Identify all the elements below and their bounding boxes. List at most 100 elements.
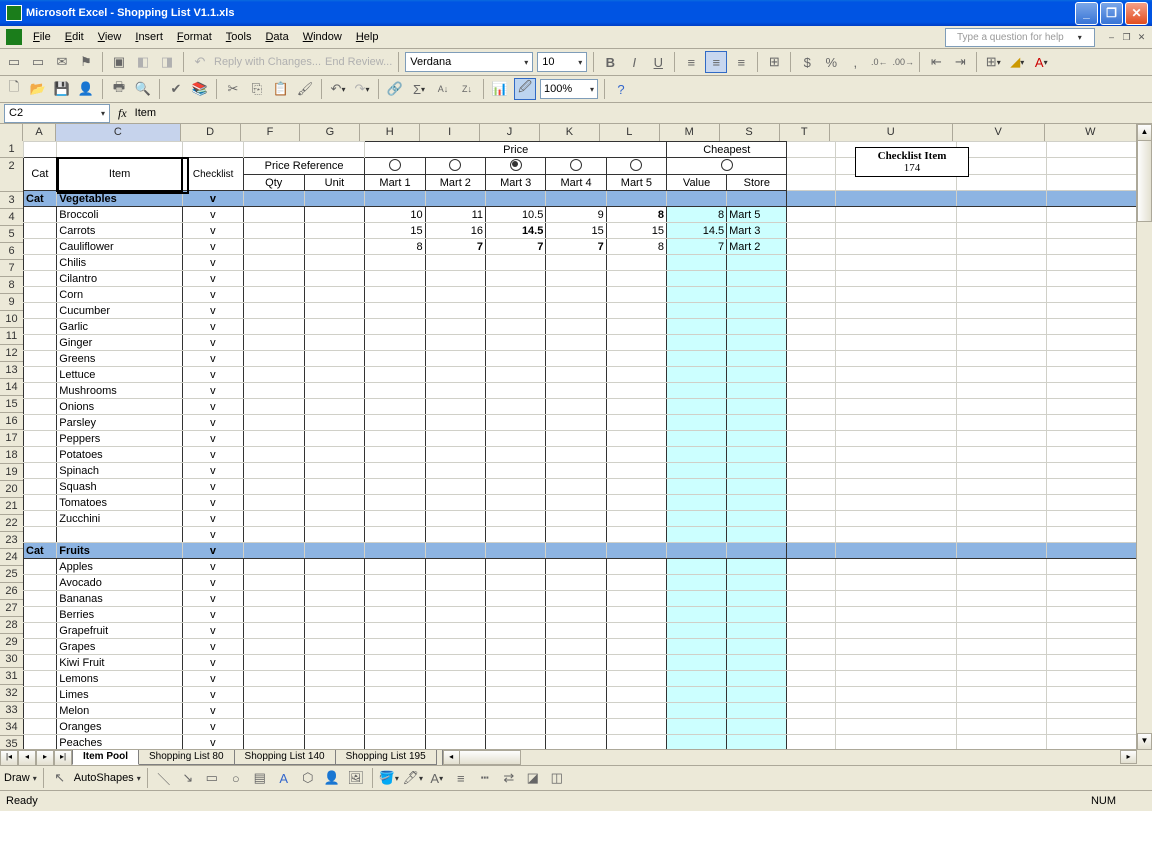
col-header-D[interactable]: D — [181, 124, 241, 141]
col-header-I[interactable]: I — [420, 124, 480, 141]
cut-icon[interactable]: ✂ — [223, 79, 243, 99]
align-right-button[interactable]: ≡ — [731, 52, 751, 72]
row-header-1[interactable]: 1 — [0, 141, 23, 158]
compare-icon[interactable]: ▭ — [28, 52, 48, 72]
mdi-minimize-button[interactable]: – — [1105, 31, 1118, 44]
row-header-26[interactable]: 26 — [0, 583, 23, 600]
row-header-25[interactable]: 25 — [0, 566, 23, 583]
bold-button[interactable]: B — [600, 52, 620, 72]
copy-icon[interactable]: ⎘ — [247, 79, 267, 99]
underline-button[interactable]: U — [648, 52, 668, 72]
currency-button[interactable]: $ — [797, 52, 817, 72]
row-header-14[interactable]: 14 — [0, 379, 23, 396]
row-header-6[interactable]: 6 — [0, 243, 23, 260]
row-header-24[interactable]: 24 — [0, 549, 23, 566]
back-icon[interactable]: ↶ — [190, 52, 210, 72]
decrease-decimal-button[interactable]: .00→ — [893, 52, 913, 72]
rectangle-icon[interactable]: ▭ — [202, 768, 222, 788]
font-color-button[interactable]: A▾ — [1031, 52, 1051, 72]
arrow-icon[interactable]: ↘ — [178, 768, 198, 788]
shadow-icon[interactable]: ◪ — [523, 768, 543, 788]
scroll-left-button[interactable]: ◂ — [443, 750, 460, 765]
wordart-icon[interactable]: A — [274, 768, 294, 788]
row-header-28[interactable]: 28 — [0, 617, 23, 634]
row-header-32[interactable]: 32 — [0, 685, 23, 702]
select-objects-icon[interactable]: ↖ — [50, 768, 70, 788]
sheet-tab-item-pool[interactable]: Item Pool — [72, 750, 139, 765]
sheet-tab-shopping-list-195[interactable]: Shopping List 195 — [335, 750, 437, 765]
mdi-restore-button[interactable]: ❐ — [1120, 31, 1133, 44]
scroll-up-button[interactable]: ▲ — [1137, 124, 1152, 141]
row-header-20[interactable]: 20 — [0, 481, 23, 498]
dash-style-icon[interactable]: ┅ — [475, 768, 495, 788]
zoom-selector[interactable]: 100%▾ — [540, 79, 598, 99]
row-header-30[interactable]: 30 — [0, 651, 23, 668]
row-header-8[interactable]: 8 — [0, 277, 23, 294]
select-all-corner[interactable] — [0, 124, 23, 141]
row-header-19[interactable]: 19 — [0, 464, 23, 481]
spreadsheet-grid[interactable]: ACDFGHIJKLMSTUVW 12345678910111213141516… — [0, 124, 1152, 765]
camera-icon[interactable]: ▣ — [109, 52, 129, 72]
sheet-tab-shopping-list-140[interactable]: Shopping List 140 — [234, 750, 336, 765]
row-header-17[interactable]: 17 — [0, 430, 23, 447]
row-header-11[interactable]: 11 — [0, 328, 23, 345]
row-header-5[interactable]: 5 — [0, 226, 23, 243]
menu-format[interactable]: Format — [170, 28, 219, 46]
end-review-button[interactable]: End Review... — [325, 56, 392, 68]
3d-icon[interactable]: ◫ — [547, 768, 567, 788]
chart-wizard-icon[interactable]: 📊 — [490, 79, 510, 99]
row-header-23[interactable]: 23 — [0, 532, 23, 549]
row-header-9[interactable]: 9 — [0, 294, 23, 311]
help-icon[interactable]: ? — [611, 79, 631, 99]
research-icon[interactable]: 📚 — [190, 79, 210, 99]
row-header-21[interactable]: 21 — [0, 498, 23, 515]
col-header-H[interactable]: H — [360, 124, 420, 141]
mdi-close-button[interactable]: ✕ — [1135, 31, 1148, 44]
row-header-2[interactable]: 2 — [0, 158, 23, 192]
row-header-16[interactable]: 16 — [0, 413, 23, 430]
scroll-down-button[interactable]: ▼ — [1137, 733, 1152, 750]
row-header-31[interactable]: 31 — [0, 668, 23, 685]
textbox-icon[interactable]: ▤ — [250, 768, 270, 788]
redo-button[interactable]: ↷▾ — [352, 79, 372, 99]
new-book-icon[interactable]: ▭ — [4, 52, 24, 72]
print-preview-icon[interactable]: 🔍 — [133, 79, 153, 99]
font-size-selector[interactable]: 10▾ — [537, 52, 587, 72]
help-search-input[interactable]: Type a question for help▾ — [945, 28, 1095, 47]
tab-next-button[interactable]: ▸ — [36, 750, 54, 765]
menu-help[interactable]: Help — [349, 28, 386, 46]
col-header-W[interactable]: W — [1045, 124, 1137, 141]
undo-button[interactable]: ↶▾ — [328, 79, 348, 99]
menu-file[interactable]: File — [26, 28, 58, 46]
spelling-icon[interactable]: ✔ — [166, 79, 186, 99]
menu-view[interactable]: View — [91, 28, 129, 46]
col-header-C[interactable]: C — [56, 124, 181, 141]
line-icon[interactable]: ＼ — [154, 768, 174, 788]
row-header-7[interactable]: 7 — [0, 260, 23, 277]
row-header-34[interactable]: 34 — [0, 719, 23, 736]
col-header-L[interactable]: L — [600, 124, 660, 141]
decrease-indent-button[interactable]: ⇤ — [926, 52, 946, 72]
paste-icon[interactable]: 📋 — [271, 79, 291, 99]
row-header-4[interactable]: 4 — [0, 209, 23, 226]
menu-tools[interactable]: Tools — [219, 28, 259, 46]
menu-insert[interactable]: Insert — [128, 28, 170, 46]
menu-data[interactable]: Data — [258, 28, 295, 46]
row-header-27[interactable]: 27 — [0, 600, 23, 617]
comma-button[interactable]: , — [845, 52, 865, 72]
drawing-toggle-icon[interactable]: 🖉 — [514, 78, 536, 100]
col-header-T[interactable]: T — [780, 124, 830, 141]
fill-color-button[interactable]: ◢▾ — [1007, 52, 1027, 72]
align-center-button[interactable]: ≡ — [705, 51, 727, 73]
save-icon[interactable]: 💾 — [52, 79, 72, 99]
draw-menu[interactable]: Draw ▾ — [4, 772, 37, 784]
increase-indent-button[interactable]: ⇥ — [950, 52, 970, 72]
formula-input[interactable]: Item — [135, 107, 156, 119]
font-selector[interactable]: Verdana▾ — [405, 52, 533, 72]
sort-desc-button[interactable]: Z↓ — [457, 79, 477, 99]
line-style-icon[interactable]: ≡ — [451, 768, 471, 788]
row-header-33[interactable]: 33 — [0, 702, 23, 719]
percent-button[interactable]: % — [821, 52, 841, 72]
oval-icon[interactable]: ○ — [226, 768, 246, 788]
font-color-icon[interactable]: A▾ — [427, 768, 447, 788]
